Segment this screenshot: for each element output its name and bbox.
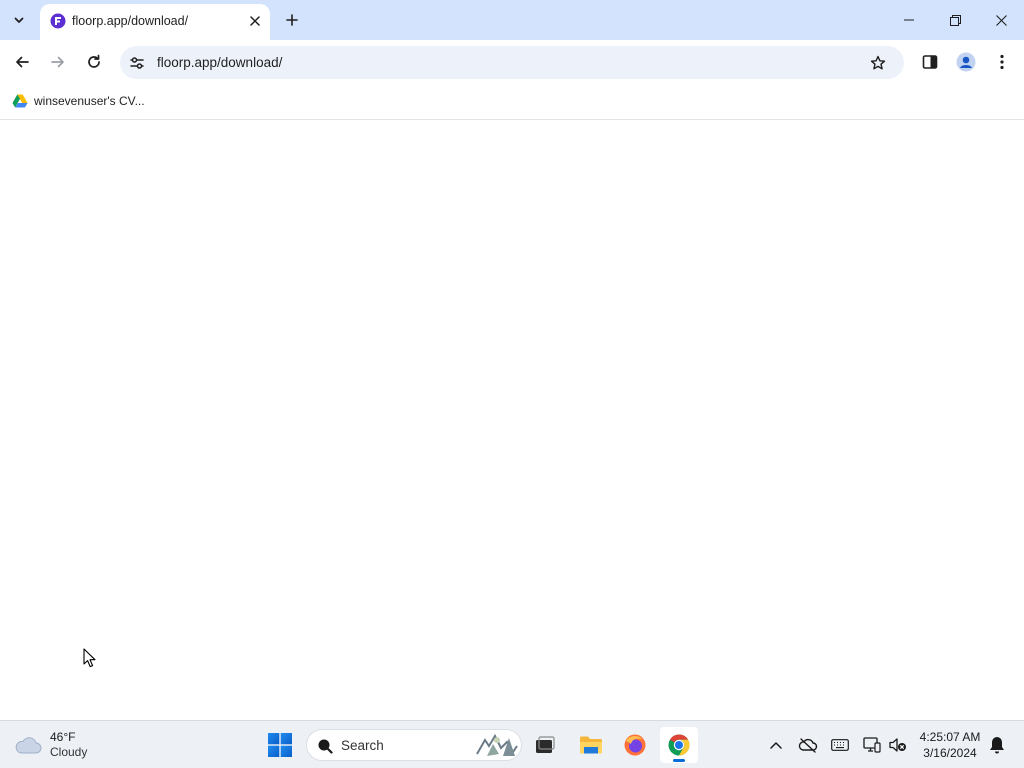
firefox-button[interactable] bbox=[616, 727, 654, 763]
onedrive-tray-button[interactable] bbox=[796, 733, 820, 757]
search-placeholder: Search bbox=[341, 738, 384, 753]
bookmark-item[interactable]: winsevenuser's CV... bbox=[8, 90, 149, 112]
file-explorer-button[interactable] bbox=[572, 727, 610, 763]
side-panel-button[interactable] bbox=[916, 48, 944, 76]
weather-condition: Cloudy bbox=[50, 745, 88, 759]
minimize-icon bbox=[904, 19, 914, 21]
profile-button[interactable] bbox=[952, 48, 980, 76]
close-icon bbox=[250, 16, 260, 26]
volume-tray-button[interactable] bbox=[886, 733, 910, 757]
cloud-icon bbox=[15, 737, 42, 754]
taskbar-search[interactable]: Search bbox=[306, 729, 522, 761]
close-icon bbox=[995, 14, 1007, 26]
windows-logo-icon bbox=[268, 733, 292, 757]
task-view-button[interactable] bbox=[526, 727, 564, 763]
menu-button[interactable] bbox=[988, 48, 1016, 76]
system-clock[interactable]: 4:25:07 AM 3/16/2024 bbox=[912, 729, 988, 761]
kebab-menu-icon bbox=[1000, 54, 1004, 70]
restore-button[interactable] bbox=[932, 0, 978, 40]
close-window-button[interactable] bbox=[978, 0, 1024, 40]
address-url[interactable]: floorp.app/download/ bbox=[157, 55, 282, 70]
side-panel-icon bbox=[922, 55, 938, 69]
tab-close-button[interactable] bbox=[246, 12, 264, 30]
star-icon bbox=[870, 55, 886, 70]
weather-temperature: 46°F bbox=[50, 730, 76, 744]
browser-tabstrip: floorp.app/download/ bbox=[0, 0, 1024, 40]
chrome-icon bbox=[668, 734, 690, 756]
bookmark-star-button[interactable] bbox=[868, 53, 888, 73]
restore-icon bbox=[949, 14, 961, 26]
back-button[interactable] bbox=[8, 48, 36, 76]
weather-widget[interactable]: 46°F Cloudy bbox=[14, 727, 87, 763]
show-hidden-icons-button[interactable] bbox=[764, 733, 788, 757]
clock-date: 3/16/2024 bbox=[923, 746, 977, 760]
bell-icon bbox=[990, 737, 1004, 754]
browser-toolbar: floorp.app/download/ bbox=[0, 40, 1024, 84]
floorp-favicon-icon bbox=[50, 13, 66, 29]
plus-icon bbox=[286, 14, 298, 26]
page-content[interactable] bbox=[0, 121, 1024, 720]
bookmarks-bar: winsevenuser's CV... bbox=[0, 84, 1024, 120]
keyboard-icon bbox=[831, 739, 849, 751]
notifications-button[interactable] bbox=[986, 733, 1008, 757]
start-button[interactable] bbox=[262, 727, 298, 763]
site-info-button[interactable] bbox=[128, 54, 146, 72]
chevron-down-icon bbox=[14, 17, 24, 23]
volume-muted-icon bbox=[889, 738, 906, 752]
mouse-cursor-icon bbox=[83, 648, 96, 668]
reload-button[interactable] bbox=[80, 48, 108, 76]
search-highlight-illustration-icon bbox=[476, 733, 518, 756]
chevron-up-icon bbox=[770, 742, 782, 749]
clock-time: 4:25:07 AM bbox=[919, 730, 981, 744]
network-tray-button[interactable] bbox=[860, 733, 884, 757]
arrow-left-icon bbox=[16, 56, 29, 68]
search-icon bbox=[318, 739, 333, 754]
google-drive-icon bbox=[12, 94, 28, 108]
forward-button[interactable] bbox=[44, 48, 72, 76]
firefox-icon bbox=[624, 734, 646, 756]
taskbar: 46°F Cloudy Search 4:25:07 AM 3/16/2024 bbox=[0, 720, 1024, 768]
active-tab[interactable]: floorp.app/download/ bbox=[40, 4, 270, 40]
folder-icon bbox=[580, 736, 602, 754]
keyboard-tray-button[interactable] bbox=[828, 733, 852, 757]
reload-icon bbox=[88, 54, 100, 68]
network-icon bbox=[863, 737, 881, 753]
arrow-right-icon bbox=[51, 56, 64, 68]
active-app-indicator bbox=[673, 759, 685, 762]
new-tab-button[interactable] bbox=[280, 8, 304, 32]
tab-title: floorp.app/download/ bbox=[72, 14, 189, 28]
cloud-offline-icon bbox=[798, 738, 818, 753]
avatar-icon bbox=[956, 52, 976, 72]
tab-search-button[interactable] bbox=[6, 7, 32, 33]
bookmark-label: winsevenuser's CV... bbox=[34, 94, 145, 108]
address-bar[interactable]: floorp.app/download/ bbox=[120, 46, 904, 79]
tune-icon bbox=[130, 57, 144, 69]
chrome-button[interactable] bbox=[660, 727, 698, 763]
minimize-button[interactable] bbox=[886, 0, 932, 40]
task-view-icon bbox=[536, 736, 555, 753]
